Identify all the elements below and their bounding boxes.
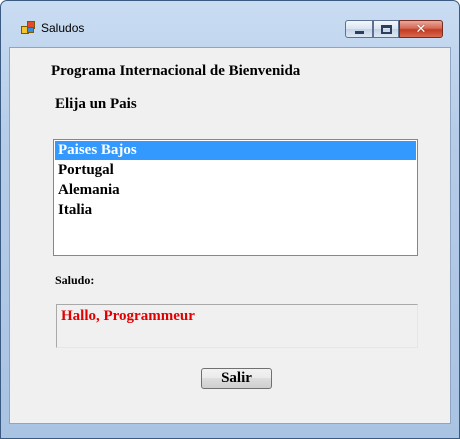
exit-button[interactable]: Salir [201,368,272,389]
close-icon: ✕ [415,21,427,37]
app-icon[interactable] [21,21,35,34]
greeting-output-box: Hallo, Programmeur [56,304,418,348]
window-title: Saludos [41,21,85,35]
minimize-button[interactable] [345,20,373,38]
list-item-paises-bajos[interactable]: Paises Bajos [55,141,416,160]
minimize-icon [354,30,364,34]
list-item-alemania[interactable]: Alemania [55,181,416,200]
choose-country-label: Elija un Pais [55,96,137,112]
window-controls: ✕ [345,20,443,40]
program-title: Programa Internacional de Bienvenida [51,63,301,79]
maximize-icon [380,24,392,34]
country-listbox[interactable]: Paises Bajos Portugal Alemania Italia [53,139,418,256]
list-item-portugal[interactable]: Portugal [55,161,416,180]
app-window: Saludos ✕ Programa Internacional de Bien… [0,0,460,439]
close-button[interactable]: ✕ [399,20,443,38]
greeting-text: Hallo, Programmeur [61,308,195,324]
list-item-italia[interactable]: Italia [55,201,416,220]
title-bar[interactable]: Saludos ✕ [1,1,459,39]
maximize-button[interactable] [373,20,399,38]
greeting-label: Saludo: [55,273,95,287]
form-client-area: Programa Internacional de Bienvenida Eli… [9,47,451,424]
